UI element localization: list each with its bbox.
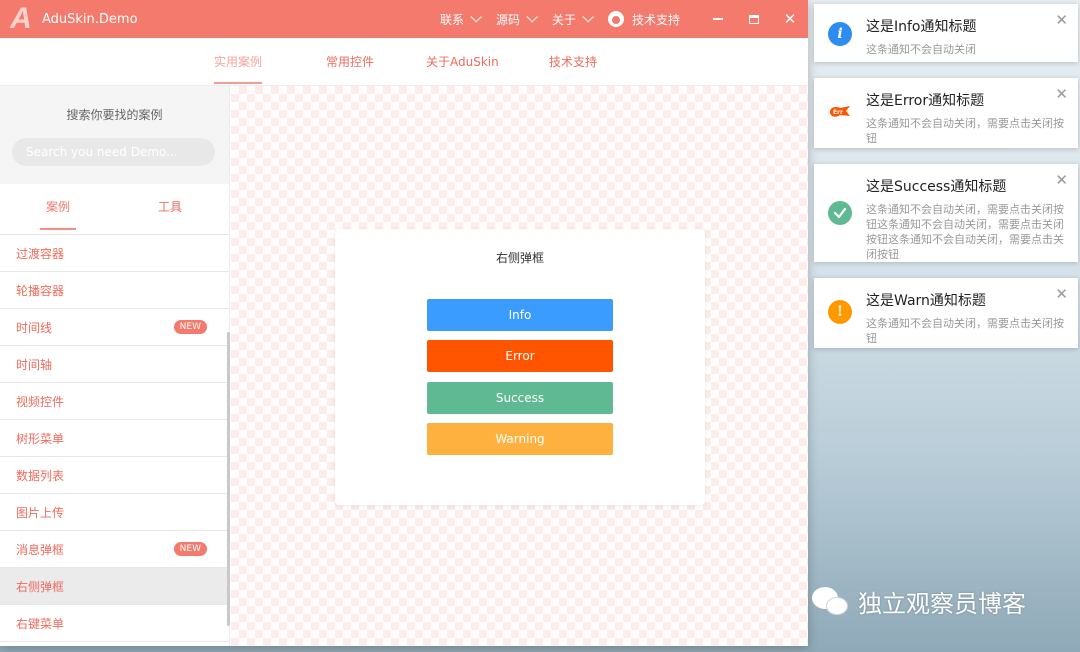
notification-title: 这是Warn通知标题 [866, 293, 986, 309]
notification-title: 这是Error通知标题 [866, 93, 985, 109]
title-bar[interactable]: A AduSkin.Demo 联系 源码 关于 技术支持 ✕ [0, 0, 808, 38]
notification-body: 这条通知不会自动关闭，需要点击关闭按钮 [866, 117, 1064, 145]
warning-icon: ! [828, 300, 852, 324]
sidebar-item-label: 视频控件 [16, 394, 65, 409]
new-badge: NEW [173, 320, 207, 334]
new-badge: NEW [173, 542, 207, 556]
sidebar-item-label: 轮播容器 [16, 283, 65, 298]
sidebar-item-label: 树形菜单 [16, 431, 65, 446]
menu-about[interactable]: 关于 [552, 11, 594, 28]
minimize-button[interactable] [700, 0, 736, 38]
maximize-button[interactable] [736, 0, 772, 38]
menu-contact-label: 联系 [440, 12, 465, 27]
notification-close-button[interactable]: ✕ [1055, 87, 1068, 102]
notification-body: 这条通知不会自动关闭 [866, 43, 976, 56]
sidebar-item-label: 过渡容器 [16, 246, 65, 261]
sidebar-item[interactable]: 右侧弹框 [0, 568, 229, 605]
sidebar-tab-tools[interactable]: 工具 [158, 184, 182, 234]
sidebar-item[interactable]: 过渡容器 [0, 235, 229, 272]
svg-text:Err: Err [833, 109, 843, 116]
sidebar-item-label: 时间轴 [16, 357, 53, 372]
success-check-icon [828, 201, 852, 225]
search-title: 搜索你要找的案例 [66, 108, 163, 122]
maximize-icon [749, 14, 759, 24]
sidebar-item-label: 消息弹框 [16, 542, 65, 557]
menu-source-label: 源码 [496, 12, 521, 27]
warning-button[interactable]: Warning [427, 423, 613, 455]
github-icon [608, 11, 625, 27]
content-area: 右侧弹框 Info Error Success Warning [231, 86, 808, 646]
sidebar-item[interactable]: 右键菜单 [0, 605, 229, 642]
app-title: AduSkin.Demo [42, 11, 138, 27]
info-button[interactable]: Info [427, 299, 613, 331]
notification-close-button[interactable]: ✕ [1055, 173, 1068, 188]
tab-common-controls[interactable]: 常用控件 [326, 38, 374, 86]
notification-error: Err 这是Error通知标题 这条通知不会自动关闭，需要点击关闭按钮 ✕ [814, 78, 1078, 148]
menu-contact[interactable]: 联系 [440, 11, 482, 28]
sidebar-item[interactable]: 时间轴 [0, 346, 229, 383]
sidebar-item-label: 右键菜单 [16, 616, 65, 631]
sidebar-item[interactable]: 视频控件 [0, 383, 229, 420]
sidebar-tab-cases[interactable]: 案例 [39, 184, 77, 234]
aduskin-logo: A [10, 2, 32, 35]
sidebar-scrollbar[interactable] [227, 332, 230, 626]
sidebar-item[interactable]: 时间线 NEW [0, 309, 229, 346]
menu-support-label: 技术支持 [632, 12, 681, 27]
minimize-icon [713, 18, 723, 20]
sidebar: 搜索你要找的案例 案例 工具 过渡容器轮播容器时间线 NEW 时间轴视频控件树形菜单… [0, 86, 230, 646]
notification-info: i 这是Info通知标题 这条通知不会自动关闭 ✕ [814, 4, 1078, 62]
notification-title: 这是Info通知标题 [866, 19, 977, 35]
sidebar-item-label: 右侧弹框 [16, 579, 65, 594]
menu-source[interactable]: 源码 [496, 11, 538, 28]
tab-tech-support[interactable]: 技术支持 [549, 38, 597, 86]
notification-warn: ! 这是Warn通知标题 这条通知不会自动关闭，需要点击关闭按钮 ✕ [814, 278, 1078, 348]
notification-body: 这条通知不会自动关闭，需要点击关闭按钮 [866, 317, 1064, 345]
notification-success: 这是Success通知标题 这条通知不会自动关闭，需要点击关闭按钮这条通知不会自… [814, 164, 1078, 262]
notification-close-button[interactable]: ✕ [1055, 287, 1068, 302]
notification-close-button[interactable]: ✕ [1055, 13, 1068, 28]
menu-support[interactable]: 技术支持 [608, 11, 680, 28]
main-tabs: 实用案例 常用控件 关于AduSkin 技术支持 [0, 38, 808, 86]
notification-body: 这条通知不会自动关闭，需要点击关闭按钮这条通知不会自动关闭，需要点击关闭按钮这条… [866, 203, 1064, 261]
sidebar-item-label: 数据列表 [16, 468, 65, 483]
success-button[interactable]: Success [427, 382, 613, 414]
sidebar-tabs: 案例 工具 [0, 184, 229, 235]
sidebar-item[interactable]: 轮播容器 [0, 272, 229, 309]
sidebar-list: 过渡容器轮播容器时间线 NEW 时间轴视频控件树形菜单数据列表图片上传消息弹框 NEW… [0, 235, 229, 642]
menu-about-label: 关于 [552, 12, 577, 27]
wechat-icon [812, 585, 850, 619]
notification-title: 这是Success通知标题 [866, 179, 1007, 195]
error-button[interactable]: Error [427, 340, 613, 372]
sidebar-item[interactable]: 树形菜单 [0, 420, 229, 457]
watermark-text: 独立观察员博客 [858, 590, 1026, 618]
info-icon: i [828, 22, 852, 46]
close-window-button[interactable]: ✕ [772, 0, 808, 38]
tab-practical-cases[interactable]: 实用案例 [214, 38, 263, 86]
close-icon: ✕ [783, 9, 797, 28]
title-menu: 联系 源码 关于 技术支持 [440, 0, 698, 38]
sidebar-item[interactable]: 图片上传 [0, 494, 229, 531]
card-title: 右侧弹框 [495, 251, 544, 265]
error-icon: Err [828, 100, 852, 124]
sidebar-item[interactable]: 数据列表 [0, 457, 229, 494]
demo-card: 右侧弹框 Info Error Success Warning [335, 229, 705, 505]
watermark: 独立观察员博客 [812, 584, 1026, 619]
app-window: A AduSkin.Demo 联系 源码 关于 技术支持 ✕ 实用案例 常用控件… [0, 0, 808, 646]
tab-about-aduskin[interactable]: 关于AduSkin [426, 38, 499, 86]
sidebar-item-label: 图片上传 [16, 505, 65, 520]
chevron-down-icon [526, 11, 538, 23]
chevron-down-icon [470, 11, 482, 23]
search-input[interactable] [12, 138, 215, 166]
window-controls: ✕ [700, 0, 808, 38]
sidebar-item[interactable]: 消息弹框 NEW [0, 531, 229, 568]
search-area: 搜索你要找的案例 [0, 86, 229, 184]
chevron-down-icon [582, 11, 594, 23]
sidebar-item-label: 时间线 [16, 320, 53, 335]
